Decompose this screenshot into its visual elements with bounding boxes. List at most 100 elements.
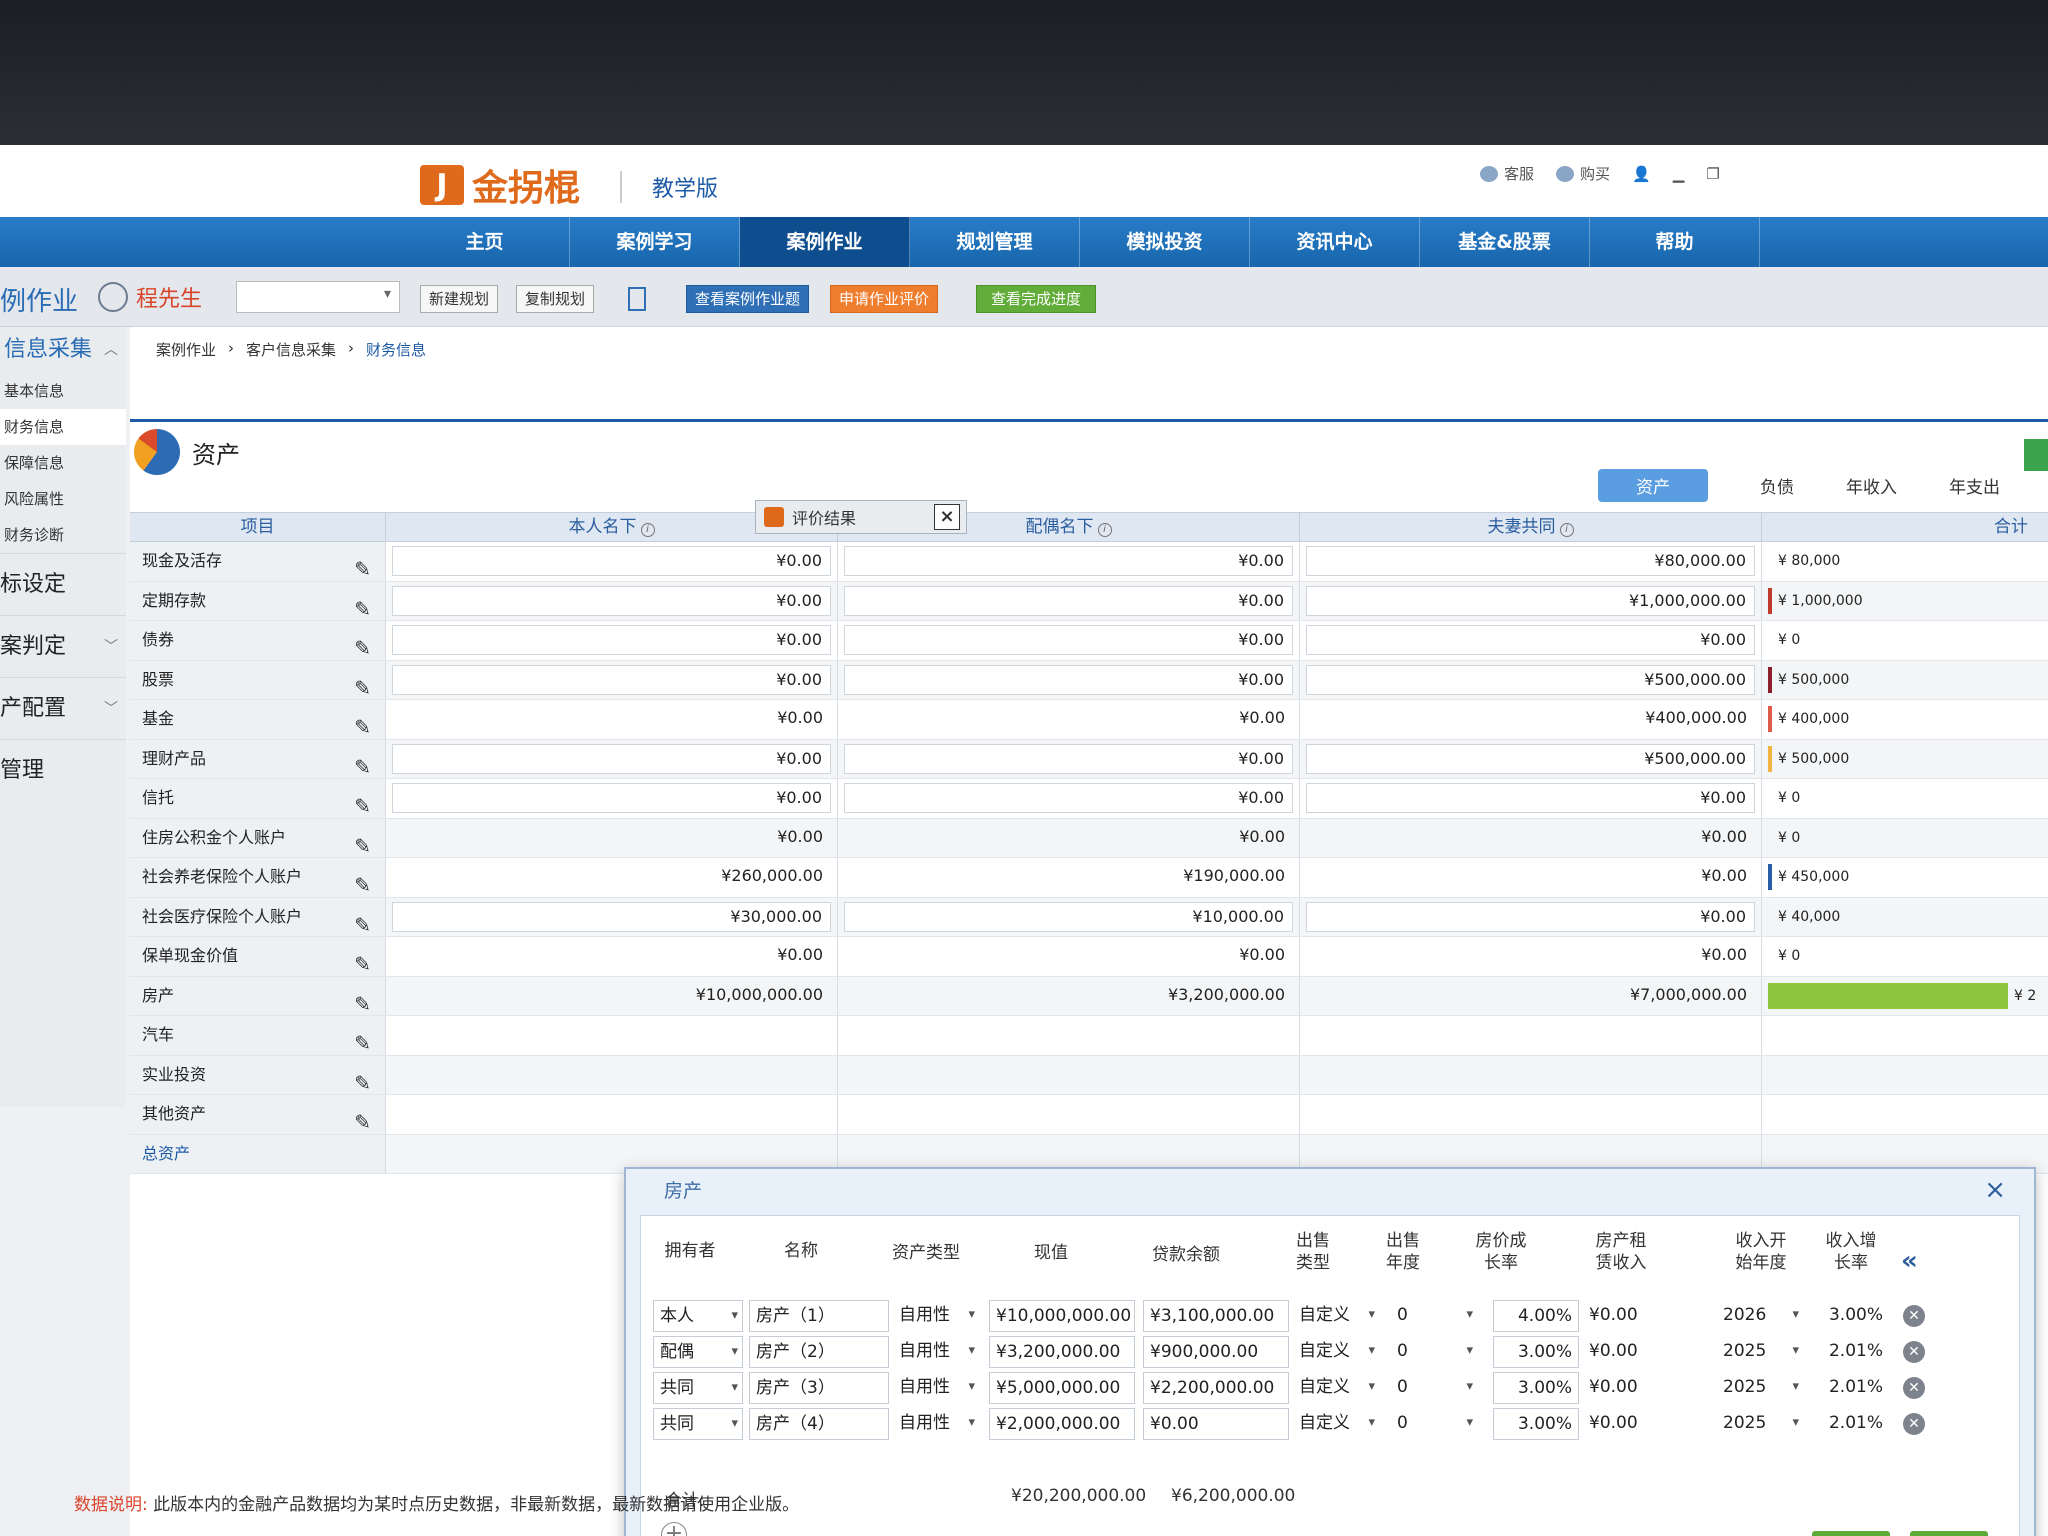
owner-select[interactable]: 本人 bbox=[653, 1300, 743, 1332]
info-icon[interactable]: i bbox=[1097, 523, 1112, 537]
collapse-icon[interactable]: « bbox=[1901, 1246, 1918, 1276]
owner-select[interactable]: 共同 bbox=[653, 1408, 743, 1440]
joint-value[interactable]: ¥1,000,000.00 bbox=[1306, 585, 1755, 616]
side-green-button[interactable] bbox=[2024, 439, 2048, 471]
value-input[interactable]: ¥3,200,000.00 bbox=[989, 1336, 1135, 1368]
nav-funds-stocks[interactable]: 基金&股票 bbox=[1420, 217, 1590, 267]
copy-plan-button[interactable]: 复制规划 bbox=[516, 285, 595, 313]
joint-value[interactable]: ¥500,000.00 bbox=[1306, 743, 1755, 774]
sale-type-select[interactable]: 自定义 bbox=[1299, 1336, 1379, 1368]
self-value[interactable]: ¥0.00 bbox=[392, 546, 831, 576]
tab-income[interactable]: 年收入 bbox=[1846, 469, 1897, 502]
self-value[interactable]: ¥30,000.00 bbox=[392, 901, 831, 932]
name-input[interactable]: 房产（1） bbox=[749, 1300, 889, 1332]
growth-input[interactable]: 3.00% bbox=[1493, 1336, 1579, 1368]
loan-input[interactable]: ¥2,200,000.00 bbox=[1143, 1372, 1289, 1404]
spouse-value[interactable]: ¥0.00 bbox=[844, 743, 1293, 774]
calculator-icon[interactable] bbox=[628, 287, 646, 311]
remove-icon[interactable]: ✕ bbox=[1903, 1341, 1925, 1363]
owner-select[interactable]: 共同 bbox=[653, 1372, 743, 1404]
user-icon[interactable]: 👤 bbox=[1632, 165, 1651, 183]
sidebar-section-allocation[interactable]: 产配置 ﹀ bbox=[0, 677, 126, 739]
type-select[interactable]: 自用性 bbox=[899, 1336, 979, 1368]
spouse-value[interactable]: ¥0.00 bbox=[844, 664, 1293, 695]
minimize-icon[interactable]: ▁ bbox=[1673, 165, 1685, 183]
owner-select[interactable]: 配偶 bbox=[653, 1336, 743, 1368]
sidebar-item-basic[interactable]: 基本信息 bbox=[0, 373, 126, 409]
remove-icon[interactable]: ✕ bbox=[1903, 1413, 1925, 1435]
growth-input[interactable]: 4.00% bbox=[1493, 1300, 1579, 1332]
loan-input[interactable]: ¥900,000.00 bbox=[1143, 1336, 1289, 1368]
close-icon[interactable]: × bbox=[1984, 1175, 2006, 1205]
restore-icon[interactable]: ❐ bbox=[1706, 165, 1719, 183]
nav-planning[interactable]: 规划管理 bbox=[910, 217, 1080, 267]
crumb-item[interactable]: 客户信息采集 bbox=[246, 339, 336, 360]
joint-value[interactable]: ¥500,000.00 bbox=[1306, 664, 1755, 695]
cancel-button[interactable]: 取消 bbox=[1910, 1531, 1988, 1536]
start-year-select[interactable]: 2025 bbox=[1723, 1336, 1803, 1368]
type-select[interactable]: 自用性 bbox=[899, 1372, 979, 1404]
nav-simulation[interactable]: 模拟投资 bbox=[1080, 217, 1250, 267]
joint-value[interactable]: ¥0.00 bbox=[1306, 783, 1755, 813]
spouse-value[interactable]: ¥10,000.00 bbox=[844, 901, 1293, 932]
sale-year-select[interactable]: 0 bbox=[1397, 1372, 1477, 1404]
growth-input[interactable]: 3.00% bbox=[1493, 1372, 1579, 1404]
info-icon[interactable]: i bbox=[1559, 523, 1574, 537]
self-value[interactable]: ¥0.00 bbox=[392, 783, 831, 813]
remove-icon[interactable]: ✕ bbox=[1903, 1305, 1925, 1327]
tab-assets[interactable]: 资产 bbox=[1598, 469, 1708, 502]
nav-home[interactable]: 主页 bbox=[400, 217, 570, 267]
sidebar-item-diagnosis[interactable]: 财务诊断 bbox=[0, 517, 126, 553]
new-plan-button[interactable]: 新建规划 bbox=[420, 285, 499, 313]
sale-type-select[interactable]: 自定义 bbox=[1299, 1372, 1379, 1404]
add-icon[interactable]: + bbox=[661, 1522, 687, 1536]
joint-value[interactable]: ¥0.00 bbox=[1306, 625, 1755, 655]
nav-case-homework[interactable]: 案例作业 bbox=[740, 217, 910, 267]
sidebar-item-risk[interactable]: 风险属性 bbox=[0, 481, 126, 517]
value-input[interactable]: ¥2,000,000.00 bbox=[989, 1408, 1135, 1440]
plan-select[interactable] bbox=[236, 281, 400, 313]
self-value[interactable]: ¥0.00 bbox=[392, 664, 831, 695]
close-icon[interactable]: × bbox=[934, 504, 960, 530]
tab-liabilities[interactable]: 负债 bbox=[1760, 469, 1794, 502]
spouse-value[interactable]: ¥0.00 bbox=[844, 625, 1293, 655]
tab-expense[interactable]: 年支出 bbox=[1949, 469, 2000, 502]
sidebar-section-judgement[interactable]: 案判定 ﹀ bbox=[0, 615, 126, 677]
loan-input[interactable]: ¥3,100,000.00 bbox=[1143, 1300, 1289, 1332]
view-progress-button[interactable]: 查看完成进度 bbox=[976, 285, 1097, 313]
start-year-select[interactable]: 2026 bbox=[1723, 1300, 1803, 1332]
view-case-button[interactable]: 查看案例作业题 bbox=[686, 285, 810, 313]
request-eval-button[interactable]: 申请作业评价 bbox=[830, 285, 939, 313]
support-link[interactable]: 客服 bbox=[1480, 163, 1534, 184]
sidebar-item-finance[interactable]: 财务信息 bbox=[0, 409, 126, 445]
spouse-value[interactable]: ¥0.00 bbox=[844, 585, 1293, 616]
value-input[interactable]: ¥5,000,000.00 bbox=[989, 1372, 1135, 1404]
sale-year-select[interactable]: 0 bbox=[1397, 1300, 1477, 1332]
buy-link[interactable]: 购买 bbox=[1556, 163, 1610, 184]
sale-type-select[interactable]: 自定义 bbox=[1299, 1408, 1379, 1440]
sidebar-head[interactable]: 信息采集 ︿ bbox=[0, 327, 126, 373]
self-value[interactable]: ¥0.00 bbox=[392, 743, 831, 774]
remove-icon[interactable]: ✕ bbox=[1903, 1377, 1925, 1399]
sale-type-select[interactable]: 自定义 bbox=[1299, 1300, 1379, 1332]
nav-help[interactable]: 帮助 bbox=[1590, 217, 1760, 267]
name-input[interactable]: 房产（3） bbox=[749, 1372, 889, 1404]
sidebar-section-management[interactable]: 管理 bbox=[0, 739, 126, 801]
type-select[interactable]: 自用性 bbox=[899, 1408, 979, 1440]
start-year-select[interactable]: 2025 bbox=[1723, 1372, 1803, 1404]
sidebar-section-goals[interactable]: 标设定 bbox=[0, 553, 126, 615]
start-year-select[interactable]: 2025 bbox=[1723, 1408, 1803, 1440]
crumb-item[interactable]: 案例作业 bbox=[156, 339, 216, 360]
name-input[interactable]: 房产（2） bbox=[749, 1336, 889, 1368]
spouse-value[interactable]: ¥0.00 bbox=[844, 783, 1293, 813]
value-input[interactable]: ¥10,000,000.00 bbox=[989, 1300, 1135, 1332]
joint-value[interactable]: ¥0.00 bbox=[1306, 901, 1755, 932]
nav-case-study[interactable]: 案例学习 bbox=[570, 217, 740, 267]
nav-news[interactable]: 资讯中心 bbox=[1250, 217, 1420, 267]
confirm-button[interactable]: 确定 bbox=[1812, 1531, 1890, 1536]
sidebar-item-insurance[interactable]: 保障信息 bbox=[0, 445, 126, 481]
type-select[interactable]: 自用性 bbox=[899, 1300, 979, 1332]
self-value[interactable]: ¥0.00 bbox=[392, 585, 831, 616]
spouse-value[interactable]: ¥0.00 bbox=[844, 546, 1293, 576]
sale-year-select[interactable]: 0 bbox=[1397, 1336, 1477, 1368]
